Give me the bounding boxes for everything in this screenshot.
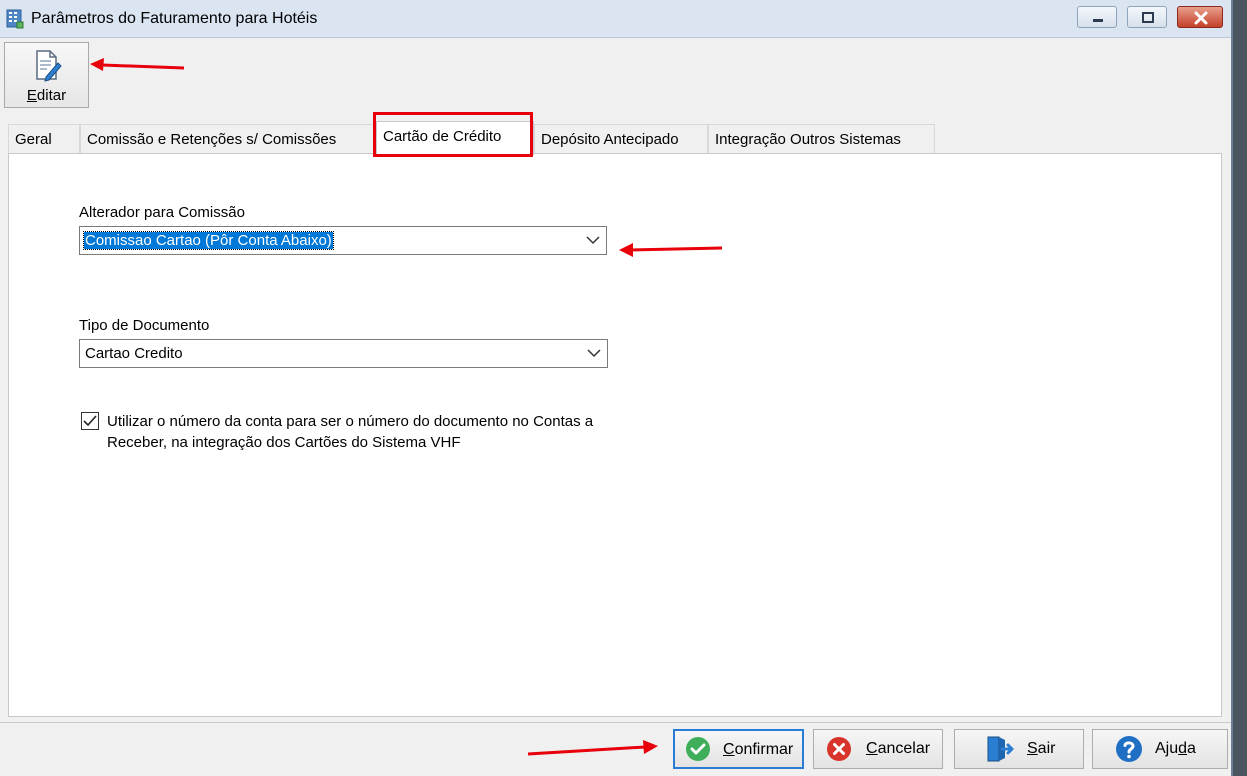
- x-circle-icon: [827, 737, 851, 761]
- checkmark-icon: [83, 415, 97, 427]
- alterador-value: Comissao Cartao (Pôr Conta Abaixo): [83, 231, 334, 250]
- highlight-box: [373, 112, 533, 157]
- tab-deposito-antecipado[interactable]: Depósito Antecipado: [534, 124, 708, 154]
- desktop-background: [1233, 0, 1247, 776]
- help-button[interactable]: Ajuda: [1092, 729, 1228, 769]
- title-bar: Parâmetros do Faturamento para Hotéis: [0, 0, 1231, 38]
- edit-button[interactable]: Editar: [4, 42, 89, 108]
- tab-comissao[interactable]: Comissão e Retenções s/ Comissões: [80, 124, 376, 154]
- tab-strip: Geral Comissão e Retenções s/ Comissões …: [8, 121, 1222, 155]
- maximize-button[interactable]: [1127, 6, 1167, 28]
- window-title: Parâmetros do Faturamento para Hotéis: [31, 10, 318, 27]
- close-icon: [1194, 11, 1208, 25]
- annotation-arrow-alterador: [619, 243, 723, 257]
- usar-numero-conta-label[interactable]: Utilizar o número da conta para ser o nú…: [107, 411, 627, 453]
- edit-document-icon: [36, 50, 62, 82]
- confirm-button[interactable]: Confirmar: [673, 729, 804, 769]
- usar-numero-conta-checkbox[interactable]: [81, 412, 99, 430]
- question-circle-icon: [1116, 736, 1142, 762]
- annotation-arrow-confirm: [527, 740, 658, 756]
- tipo-documento-select[interactable]: Cartao Credito: [79, 339, 608, 368]
- close-button[interactable]: [1177, 6, 1223, 28]
- app-grid-icon: [6, 9, 24, 29]
- confirm-label: Confirmar: [723, 741, 794, 758]
- exit-door-icon: [987, 736, 1014, 762]
- tab-integracao[interactable]: Integração Outros Sistemas: [708, 124, 935, 154]
- tipo-documento-label: Tipo de Documento: [79, 317, 210, 334]
- exit-label: Sair: [1027, 740, 1056, 757]
- help-label: Ajuda: [1155, 740, 1196, 757]
- maximize-icon: [1142, 12, 1154, 23]
- window: Parâmetros do Faturamento para Hotéis Ed…: [0, 0, 1233, 776]
- chevron-down-icon: [586, 236, 600, 245]
- alterador-label: Alterador para Comissão: [79, 204, 245, 221]
- cancel-button[interactable]: Cancelar: [813, 729, 943, 769]
- minimize-button[interactable]: [1077, 6, 1117, 28]
- bottom-separator: [0, 722, 1231, 723]
- tab-geral[interactable]: Geral: [8, 124, 80, 154]
- edit-label: Editar: [26, 87, 67, 104]
- cancel-label: Cancelar: [866, 740, 931, 757]
- minimize-icon: [1093, 19, 1103, 22]
- tipo-documento-value: Cartao Credito: [85, 345, 183, 362]
- exit-button[interactable]: Sair: [954, 729, 1084, 769]
- check-circle-icon: [686, 737, 710, 761]
- chevron-down-icon: [587, 349, 601, 358]
- annotation-arrow-edit: [90, 58, 185, 71]
- alterador-select[interactable]: Comissao Cartao (Pôr Conta Abaixo): [79, 226, 607, 255]
